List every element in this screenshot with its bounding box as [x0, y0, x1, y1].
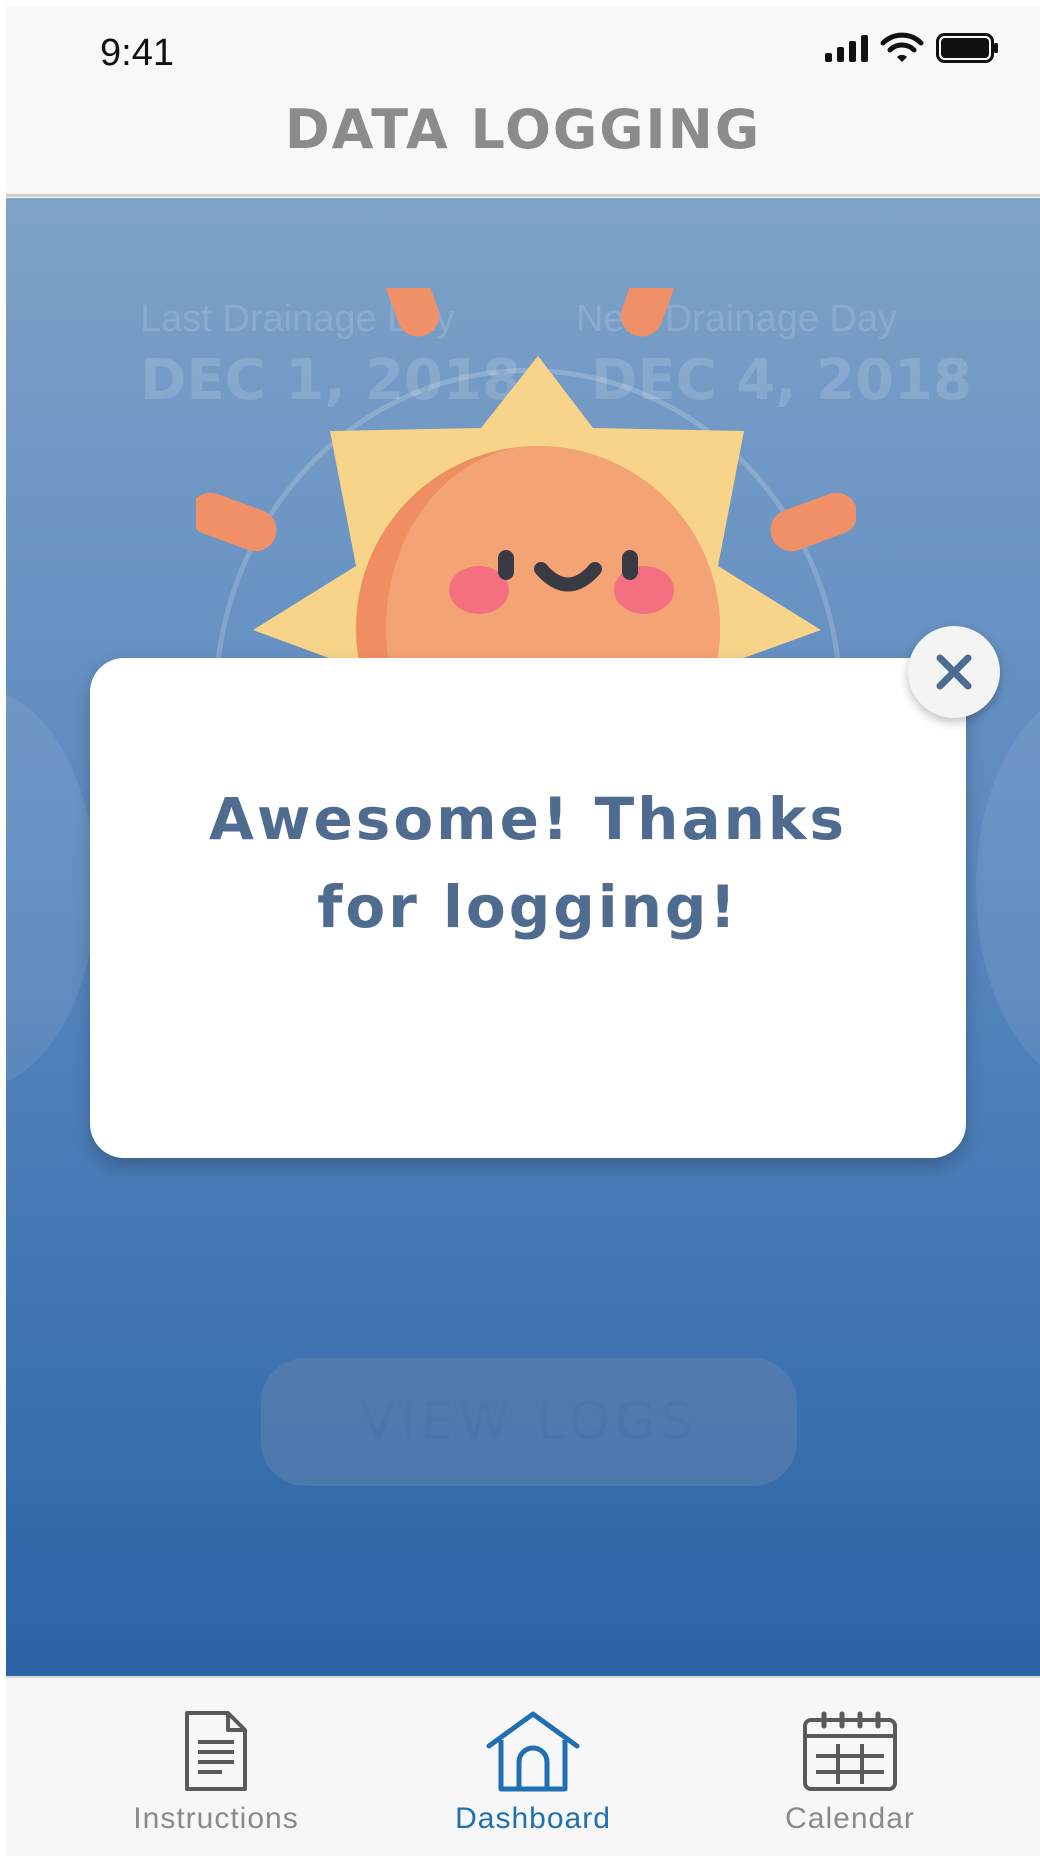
- battery-icon: [936, 33, 998, 63]
- status-icons: [825, 32, 1000, 64]
- tab-bar: Instructions Dashboard Calendar: [6, 1676, 1040, 1856]
- status-time: 9:41: [100, 32, 174, 74]
- right-decor-circle: [976, 688, 1040, 1088]
- tab-instructions[interactable]: Instructions: [86, 1678, 346, 1856]
- phone-screen: 9:41 DATA LOGGING Last Drainage Day DEC …: [6, 6, 1040, 1856]
- page-title: DATA LOGGING: [284, 98, 762, 161]
- modal-message: Awesome! Thanks for logging!: [168, 775, 888, 951]
- modal-message-line-2: for logging!: [317, 873, 739, 941]
- tab-instructions-label: Instructions: [133, 1802, 299, 1835]
- modal-close-button[interactable]: [908, 626, 1000, 718]
- view-logs-button[interactable]: VIEW LOGS: [261, 1358, 797, 1486]
- tab-dashboard-label: Dashboard: [455, 1802, 611, 1835]
- sun-mascot-icon: [196, 288, 856, 668]
- calendar-icon: [803, 1711, 897, 1791]
- tab-dashboard[interactable]: Dashboard: [403, 1678, 663, 1856]
- success-modal: Awesome! Thanks for logging!: [90, 658, 966, 1158]
- tab-calendar[interactable]: Calendar: [720, 1678, 980, 1856]
- close-icon: [936, 654, 972, 690]
- wifi-icon: [880, 32, 924, 62]
- dashboard-background: Last Drainage Day DEC 1, 2018 Next Drain…: [6, 198, 1040, 1676]
- tab-calendar-label: Calendar: [785, 1802, 915, 1835]
- document-icon: [185, 1711, 247, 1791]
- modal-message-line-1: Awesome! Thanks: [209, 785, 847, 853]
- home-icon: [486, 1711, 580, 1792]
- header-divider: [6, 194, 1040, 197]
- left-decor-circle: [6, 688, 96, 1088]
- cellular-signal-icon: [825, 34, 868, 62]
